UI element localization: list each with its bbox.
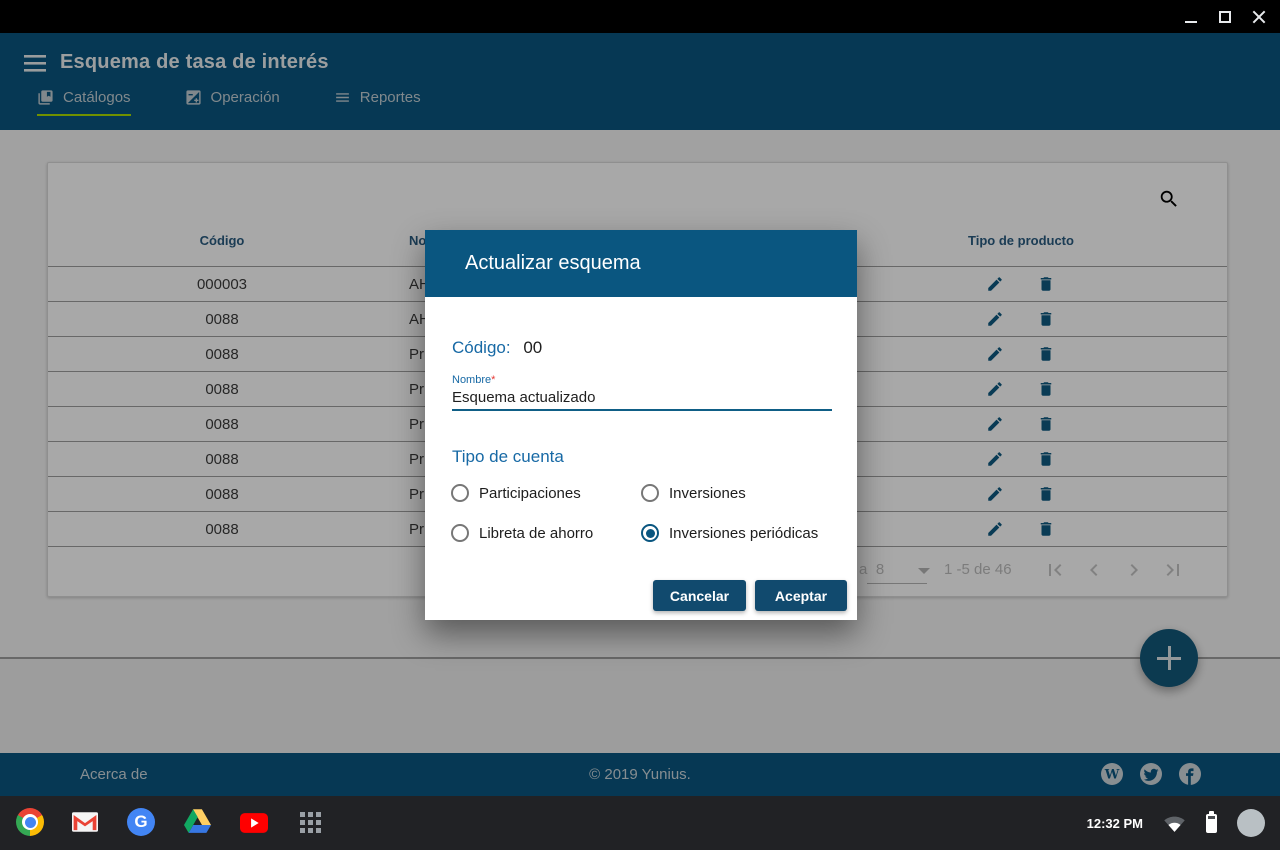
radio-icon (451, 524, 469, 542)
dialog-title: Actualizar esquema (425, 230, 857, 297)
accept-button[interactable]: Aceptar (755, 580, 847, 611)
app-page: Esquema de tasa de interés Catálogos Ope… (0, 33, 1280, 796)
status-tray[interactable]: 12:32 PM (1087, 796, 1265, 850)
gmail-icon[interactable] (72, 812, 98, 832)
radio-checked-icon (641, 524, 659, 542)
radio-icon (641, 484, 659, 502)
app-launcher-icon[interactable] (300, 812, 321, 833)
window-controls (1184, 0, 1266, 33)
tipo-cuenta-label: Tipo de cuenta (452, 447, 564, 467)
radio-label: Inversiones (669, 485, 746, 502)
nombre-input[interactable] (452, 385, 832, 411)
codigo-label: Código: (452, 338, 511, 357)
taskbar-shelf: G 12:32 PM (0, 796, 1280, 850)
radio-participaciones[interactable]: Participaciones (451, 483, 581, 503)
battery-icon (1206, 814, 1217, 833)
codigo-row: Código: 00 (452, 338, 542, 358)
drive-icon[interactable] (184, 809, 211, 833)
update-scheme-dialog: Actualizar esquema Código: 00 Nombre* Ti… (425, 230, 857, 620)
maximize-icon[interactable] (1218, 10, 1232, 24)
close-icon[interactable] (1252, 10, 1266, 24)
radio-inversiones[interactable]: Inversiones (641, 483, 746, 503)
screen: Esquema de tasa de interés Catálogos Ope… (0, 0, 1280, 850)
radio-label: Participaciones (479, 485, 581, 502)
radio-label: Libreta de ahorro (479, 525, 593, 542)
codigo-value: 00 (523, 338, 542, 357)
cancel-button[interactable]: Cancelar (653, 580, 746, 611)
radio-icon (451, 484, 469, 502)
dialog-header: Actualizar esquema (425, 230, 857, 297)
clock: 12:32 PM (1087, 816, 1143, 831)
chrome-icon[interactable] (16, 808, 44, 836)
youtube-icon[interactable] (240, 813, 268, 833)
google-icon[interactable]: G (127, 808, 155, 836)
avatar (1237, 809, 1265, 837)
wifi-icon (1163, 814, 1186, 833)
radio-label: Inversiones periódicas (669, 525, 818, 542)
radio-inversiones-periodicas[interactable]: Inversiones periódicas (641, 523, 818, 543)
window-titlebar (0, 0, 1280, 33)
radio-libreta-de-ahorro[interactable]: Libreta de ahorro (451, 523, 593, 543)
minimize-icon[interactable] (1184, 10, 1198, 24)
